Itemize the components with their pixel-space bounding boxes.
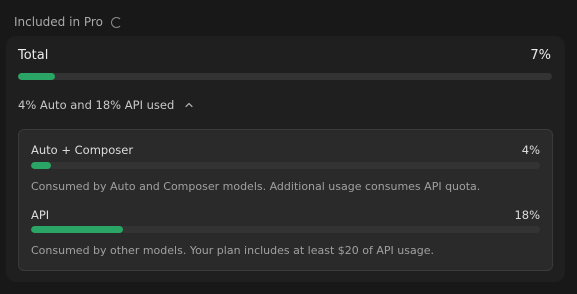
auto-composer-row: Auto + Composer 4% [31, 143, 540, 157]
auto-composer-percent: 4% [521, 143, 540, 157]
chevron-up-icon [184, 100, 194, 110]
api-description: Consumed by other models. Your plan incl… [31, 244, 434, 257]
breakdown-toggle-label: 4% Auto and 18% API used [18, 98, 175, 112]
auto-composer-description: Consumed by Auto and Composer models. Ad… [31, 180, 481, 193]
api-progress-fill [31, 226, 123, 233]
total-label: Total [18, 48, 49, 63]
section-title: Included in Pro [14, 15, 103, 29]
total-progress-fill [18, 73, 56, 80]
total-progress-bar [18, 73, 552, 80]
total-row: Total 7% [18, 48, 551, 63]
loading-spinner-icon [110, 16, 122, 28]
breakdown-toggle[interactable]: 4% Auto and 18% API used [18, 98, 194, 112]
api-row: API 18% [31, 208, 540, 222]
auto-composer-progress-bar [31, 162, 540, 169]
api-label: API [31, 208, 50, 222]
api-percent: 18% [514, 208, 540, 222]
section-header: Included in Pro [14, 13, 122, 31]
auto-composer-progress-fill [31, 162, 52, 169]
usage-card: Total 7% 4% Auto and 18% API used Auto +… [6, 36, 565, 282]
auto-composer-label: Auto + Composer [31, 143, 134, 157]
api-progress-bar [31, 226, 540, 233]
breakdown-panel: Auto + Composer 4% Consumed by Auto and … [18, 129, 553, 271]
total-percent: 7% [530, 48, 551, 63]
